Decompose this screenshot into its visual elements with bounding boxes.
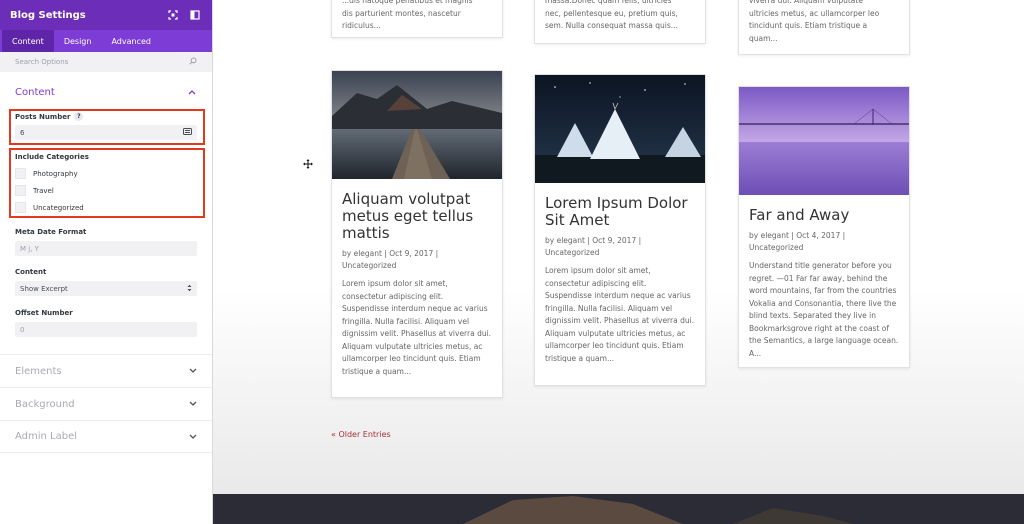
category-travel[interactable]: Travel: [15, 182, 197, 199]
split-view-icon[interactable]: [188, 8, 202, 22]
include-categories-field: Include Categories Photography Travel Un…: [15, 153, 197, 216]
blog-card-partial[interactable]: ...dis natoque penatibus et magnis dis p…: [331, 0, 503, 38]
meta-date-field: Meta Date Format M j, Y: [15, 228, 197, 256]
section-title: Elements: [15, 365, 62, 377]
include-categories-label: Include Categories: [15, 153, 89, 161]
search-placeholder: Search Options: [15, 58, 69, 66]
older-entries-link[interactable]: « Older Entries: [331, 430, 391, 439]
expand-icon[interactable]: [166, 8, 180, 22]
help-icon[interactable]: ?: [74, 112, 84, 121]
post-title[interactable]: Aliquam volutpat metus eget tellus matti…: [342, 191, 492, 242]
section-title: Admin Label: [15, 431, 78, 442]
checkbox[interactable]: [15, 185, 26, 196]
posts-number-input[interactable]: 6: [15, 125, 197, 140]
post-meta: by elegant | Oct 9, 2017 | Uncategorized: [545, 236, 642, 257]
card-excerpt: massa.Donec quam felis, ultricies nec, p…: [545, 0, 678, 30]
search-options-input[interactable]: Search Options: [0, 52, 212, 72]
meta-date-value: M j, Y: [20, 244, 39, 253]
category-label: Travel: [33, 186, 54, 195]
card-excerpt: viverra dui. Aliquam vulputate ultricies…: [749, 0, 880, 43]
move-cursor-icon: [303, 159, 313, 169]
admin-label-section-toggle[interactable]: Admin Label: [0, 420, 212, 453]
blog-preview: ...dis natoque penatibus et magnis dis p…: [213, 0, 1024, 524]
elements-section-toggle[interactable]: Elements: [0, 354, 212, 387]
posts-number-field: Posts Number ? 6: [15, 112, 197, 140]
checkbox[interactable]: [15, 168, 26, 179]
post-thumbnail-lake-pier[interactable]: [332, 71, 502, 179]
blog-card-1[interactable]: Aliquam volutpat metus eget tellus matti…: [331, 70, 503, 398]
section-title: Background: [15, 398, 75, 410]
blog-card-partial[interactable]: massa.Donec quam felis, ultricies nec, p…: [534, 0, 706, 44]
posts-number-label: Posts Number: [15, 112, 71, 121]
meta-date-input[interactable]: M j, Y: [15, 241, 197, 256]
blog-card-2[interactable]: Lorem Ipsum Dolor Sit Amet by elegant | …: [534, 74, 706, 386]
post-meta: by elegant | Oct 9, 2017 | Uncategorized: [342, 249, 439, 270]
posts-number-value: 6: [20, 128, 25, 137]
offset-field: Offset Number 0: [15, 309, 197, 337]
chevron-up-icon: [187, 87, 197, 97]
panel-header: Blog Settings: [0, 0, 212, 30]
footer-mountain-image: [213, 494, 1024, 524]
search-icon: [189, 57, 197, 67]
post-title[interactable]: Far and Away: [749, 207, 899, 224]
footer-image-strip: [213, 494, 1024, 524]
post-excerpt: Lorem ipsum dolor sit amet, consectetur …: [342, 279, 492, 376]
post-meta: by elegant | Oct 4, 2017 | Uncategorized: [749, 231, 846, 252]
card-excerpt: ...dis natoque penatibus et magnis dis p…: [342, 0, 473, 30]
post-excerpt: Lorem ipsum dolor sit amet, consectetur …: [545, 266, 695, 363]
category-label: Photography: [33, 169, 78, 178]
chevron-down-icon: [188, 399, 198, 409]
tab-design[interactable]: Design: [54, 30, 102, 52]
content-label: Content: [15, 268, 47, 276]
settings-tabs: Content Design Advanced: [0, 30, 212, 52]
category-photography[interactable]: Photography: [15, 165, 197, 182]
category-uncategorized[interactable]: Uncategorized: [15, 199, 197, 216]
post-thumbnail-tents-night[interactable]: [535, 75, 705, 183]
checkbox[interactable]: [15, 202, 26, 213]
chevron-down-icon: [188, 366, 198, 376]
post-title[interactable]: Lorem Ipsum Dolor Sit Amet: [545, 195, 695, 229]
keyboard-icon[interactable]: [183, 128, 192, 137]
content-select[interactable]: Show Excerpt: [15, 281, 197, 296]
offset-input[interactable]: 0: [15, 322, 197, 337]
blog-card-3[interactable]: Far and Away by elegant | Oct 4, 2017 | …: [738, 86, 910, 368]
post-excerpt: Understand title generator before you re…: [749, 261, 899, 358]
offset-label: Offset Number: [15, 309, 73, 317]
content-section-title: Content: [15, 86, 55, 98]
tab-content[interactable]: Content: [2, 30, 54, 52]
blog-settings-panel: Blog Settings Content Design Advanced Se…: [0, 0, 213, 524]
category-label: Uncategorized: [33, 203, 84, 212]
content-field: Content Show Excerpt: [15, 268, 197, 296]
panel-title: Blog Settings: [10, 9, 86, 21]
tab-advanced[interactable]: Advanced: [101, 30, 161, 52]
background-section-toggle[interactable]: Background: [0, 387, 212, 420]
content-select-value: Show Excerpt: [20, 284, 68, 293]
blog-card-partial[interactable]: viverra dui. Aliquam vulputate ultricies…: [738, 0, 910, 55]
meta-date-label: Meta Date Format: [15, 228, 87, 236]
chevron-down-icon: [188, 432, 198, 442]
select-arrows-icon: [187, 284, 192, 294]
post-thumbnail-purple-bridge[interactable]: [739, 87, 909, 195]
offset-value: 0: [20, 325, 25, 334]
content-section-toggle[interactable]: Content: [0, 72, 212, 112]
